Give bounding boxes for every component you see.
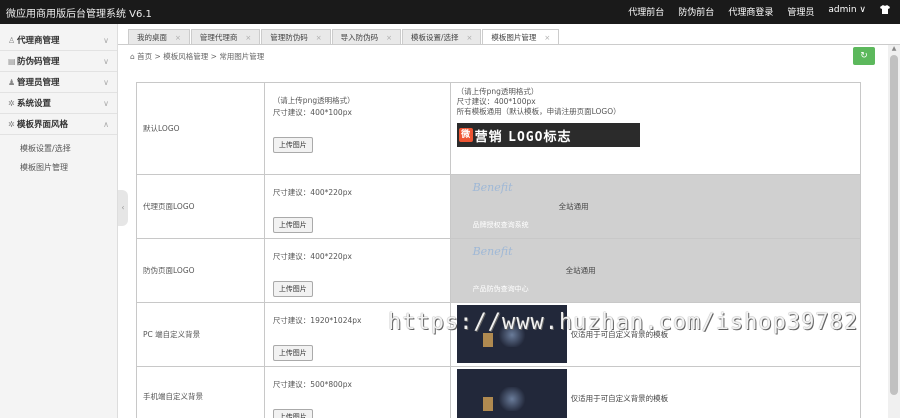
table-row: 默认LOGO （请上传png透明格式） 尺寸建议：400*100px 上传图片 … [136,82,862,175]
nav-agent-front[interactable]: 代理前台 [628,5,664,18]
tab-bar: 我的桌面 × 管理代理商 × 管理防伪码 × 导入防伪码 × 模板设置/选择 × 模板图片… [128,29,560,45]
row-preview: Benefit 产品防伪查询中心 全站通用 [449,238,862,303]
close-icon[interactable]: × [175,34,181,42]
refresh-icon: ↻ [860,51,868,61]
breadcrumb: ⌂ 首页 > 模板风格管理 > 常用图片管理 [130,52,265,61]
tab-manage-codes[interactable]: 管理防伪码 × [261,29,331,45]
breadcrumb-home[interactable]: 首页 [137,52,152,61]
breadcrumb-level1[interactable]: 模板风格管理 [163,52,208,61]
upload-button[interactable]: 上传图片 [272,217,313,233]
chevron-up-icon: ∧ [103,120,109,129]
sidebar-item-template[interactable]: ✲ 模板界面风格 ∧ [0,114,117,135]
tab-import-codes[interactable]: 导入防伪码 × [331,29,401,45]
row-name: 手机端自定义背景 [136,366,265,418]
upload-button[interactable]: 上传图片 [272,345,313,361]
chevron-down-icon: ∨ [103,99,109,108]
home-icon: ⌂ [130,52,135,61]
sidebar-subitem-template-select[interactable]: 模板设置/选择 [0,139,117,158]
scroll-up-arrow-icon[interactable]: ▲ [890,45,898,53]
close-icon[interactable]: × [467,34,473,42]
sidebar-item-admins[interactable]: ♟ 管理员管理 ∨ [0,72,117,93]
app-title: 微应用商用版后台管理系统 V6.1 [6,9,152,20]
watermark-text: https://www.huzhan.com/ishop39782 [388,310,859,335]
sidebar-subitem-template-images[interactable]: 模板图片管理 [0,158,117,177]
refresh-button[interactable]: ↻ [853,47,875,65]
nav-antifake-front[interactable]: 防伪前台 [678,5,714,18]
scroll-thumb[interactable] [890,55,898,395]
admin-icon: ♟ [8,78,16,87]
close-icon[interactable]: × [245,34,251,42]
chevron-down-icon: ∨ [103,78,109,87]
tab-desktop[interactable]: 我的桌面 × [128,29,190,45]
brand-logo-image: Benefit [472,245,513,258]
gear-icon: ✲ [8,120,15,129]
row-spec: 尺寸建议：400*220px 上传图片 [263,174,451,239]
row-preview: （请上传png透明格式） 尺寸建议：400*100px 所有模板通用（默认模板，… [449,82,862,175]
row-spec: 尺寸建议：500*800px 上传图片 [263,366,451,418]
breadcrumb-level2: 常用图片管理 [219,52,265,61]
antifake-logo-preview: Benefit 产品防伪查询中心 全站通用 [450,239,860,302]
tab-divider [118,44,900,45]
upload-button[interactable]: 上传图片 [272,137,313,153]
sidebar-collapse-handle[interactable]: ‹ [118,190,128,226]
gear-icon: ✲ [8,99,15,108]
tab-template-images[interactable]: 模板图片管理 × [482,29,560,45]
row-name: 默认LOGO [136,82,265,175]
logo-preview-image: 微 营销 LOGO标志 [456,123,640,147]
table-row: 代理页面LOGO 尺寸建议：400*220px 上传图片 Benefit 品牌授… [136,174,862,239]
tab-template-select[interactable]: 模板设置/选择 × [402,29,482,45]
tshirt-icon[interactable] [880,5,890,18]
user-icon: ♙ [8,36,16,45]
chevron-down-icon: ∨ [103,57,109,66]
nav-admin-label: 管理员 [787,8,815,18]
row-spec: （请上传png透明格式） 尺寸建议：400*100px 上传图片 [263,82,451,175]
vertical-scrollbar[interactable]: ▲ [888,45,900,418]
upload-button[interactable]: 上传图片 [272,281,313,297]
table-row: 手机端自定义背景 尺寸建议：500*800px 上传图片 仅适用于可自定义背景的… [136,366,862,418]
top-nav: 代理前台 防伪前台 代理商登录 管理员 admin ∨ [628,5,890,18]
mobile-background-image [456,369,567,418]
row-name: 防伪页面LOGO [136,238,265,303]
row-name: PC 端自定义背景 [136,302,265,367]
row-name: 代理页面LOGO [136,174,265,239]
upload-button[interactable]: 上传图片 [272,409,313,418]
close-icon[interactable]: × [316,34,322,42]
table-row: 防伪页面LOGO 尺寸建议：400*220px 上传图片 Benefit 产品防… [136,238,862,303]
row-preview: 仅适用于可自定义背景的模板 [449,366,862,418]
brand-logo-image: Benefit [472,181,513,194]
top-bar: 微应用商用版后台管理系统 V6.1 代理前台 防伪前台 代理商登录 管理员 ad… [0,0,900,24]
image-table: 默认LOGO （请上传png透明格式） 尺寸建议：400*100px 上传图片 … [136,82,862,418]
close-icon[interactable]: × [386,34,392,42]
sidebar-item-settings[interactable]: ✲ 系统设置 ∨ [0,93,117,114]
sidebar-item-codes[interactable]: ▤防伪码管理 ∨ [0,51,117,72]
sidebar-item-agents[interactable]: ♙ 代理商管理 ∨ [0,30,117,51]
tab-manage-agents[interactable]: 管理代理商 × [190,29,261,45]
close-icon[interactable]: × [544,34,550,42]
user-menu[interactable]: admin ∨ [828,5,866,18]
chevron-down-icon: ∨ [103,36,109,45]
row-preview: Benefit 品牌授权查询系统 全站通用 [449,174,862,239]
sidebar: ♙ 代理商管理 ∨ ▤防伪码管理 ∨ ♟ 管理员管理 ∨ ✲ 系统设置 ∨ ✲ 模板界面… [0,24,118,418]
agent-logo-preview: Benefit 品牌授权查询系统 全站通用 [450,175,860,238]
row-spec: 尺寸建议：400*220px 上传图片 [263,238,451,303]
nav-agent-login[interactable]: 代理商登录 [728,5,773,18]
doc-icon: ▤ [8,57,16,66]
